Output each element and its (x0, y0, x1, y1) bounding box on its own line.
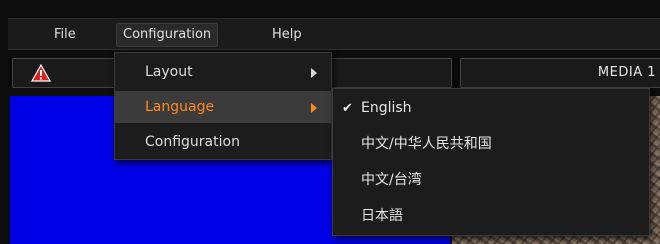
menu-item-language-label: Language (145, 99, 215, 115)
menu-item-configuration[interactable]: Configuration (115, 126, 331, 158)
language-option-label: 中文/中华人民共和国 (361, 136, 492, 152)
language-option-japanese[interactable]: 日本語 (333, 199, 649, 234)
menu-file[interactable]: File (48, 23, 82, 47)
media-tab[interactable]: MEDIA 1 (460, 58, 660, 88)
menu-item-language[interactable]: Language (115, 91, 331, 123)
language-option-label: English (361, 100, 412, 116)
menu-item-layout[interactable]: Layout (115, 56, 331, 88)
language-option-english[interactable]: ✔ English (333, 91, 649, 126)
configuration-dropdown: Layout Language Configuration (114, 52, 332, 160)
submenu-arrow-icon (311, 103, 317, 113)
language-option-chinese-simplified[interactable]: 中文/中华人民共和国 (333, 127, 649, 162)
language-option-label: 中文/台湾 (361, 172, 422, 188)
warning-triangle-icon[interactable] (31, 64, 51, 82)
language-submenu: ✔ English 中文/中华人民共和国 中文/台湾 日本語 (332, 88, 650, 236)
checkmark-icon: ✔ (342, 101, 353, 116)
menu-item-configuration-label: Configuration (145, 134, 240, 150)
app-window: File Configuration Help MEDIA 1 Layout L… (0, 0, 660, 244)
menu-configuration[interactable]: Configuration (116, 23, 219, 47)
menu-help[interactable]: Help (266, 23, 308, 47)
media-label: MEDIA 1 (597, 65, 656, 80)
language-option-label: 日本語 (361, 208, 403, 224)
menu-item-layout-label: Layout (145, 64, 193, 80)
language-option-chinese-traditional[interactable]: 中文/台湾 (333, 163, 649, 198)
toolbar: MEDIA 1 (8, 58, 660, 88)
menu-bar: File Configuration Help (8, 18, 660, 50)
submenu-arrow-icon (311, 68, 317, 78)
